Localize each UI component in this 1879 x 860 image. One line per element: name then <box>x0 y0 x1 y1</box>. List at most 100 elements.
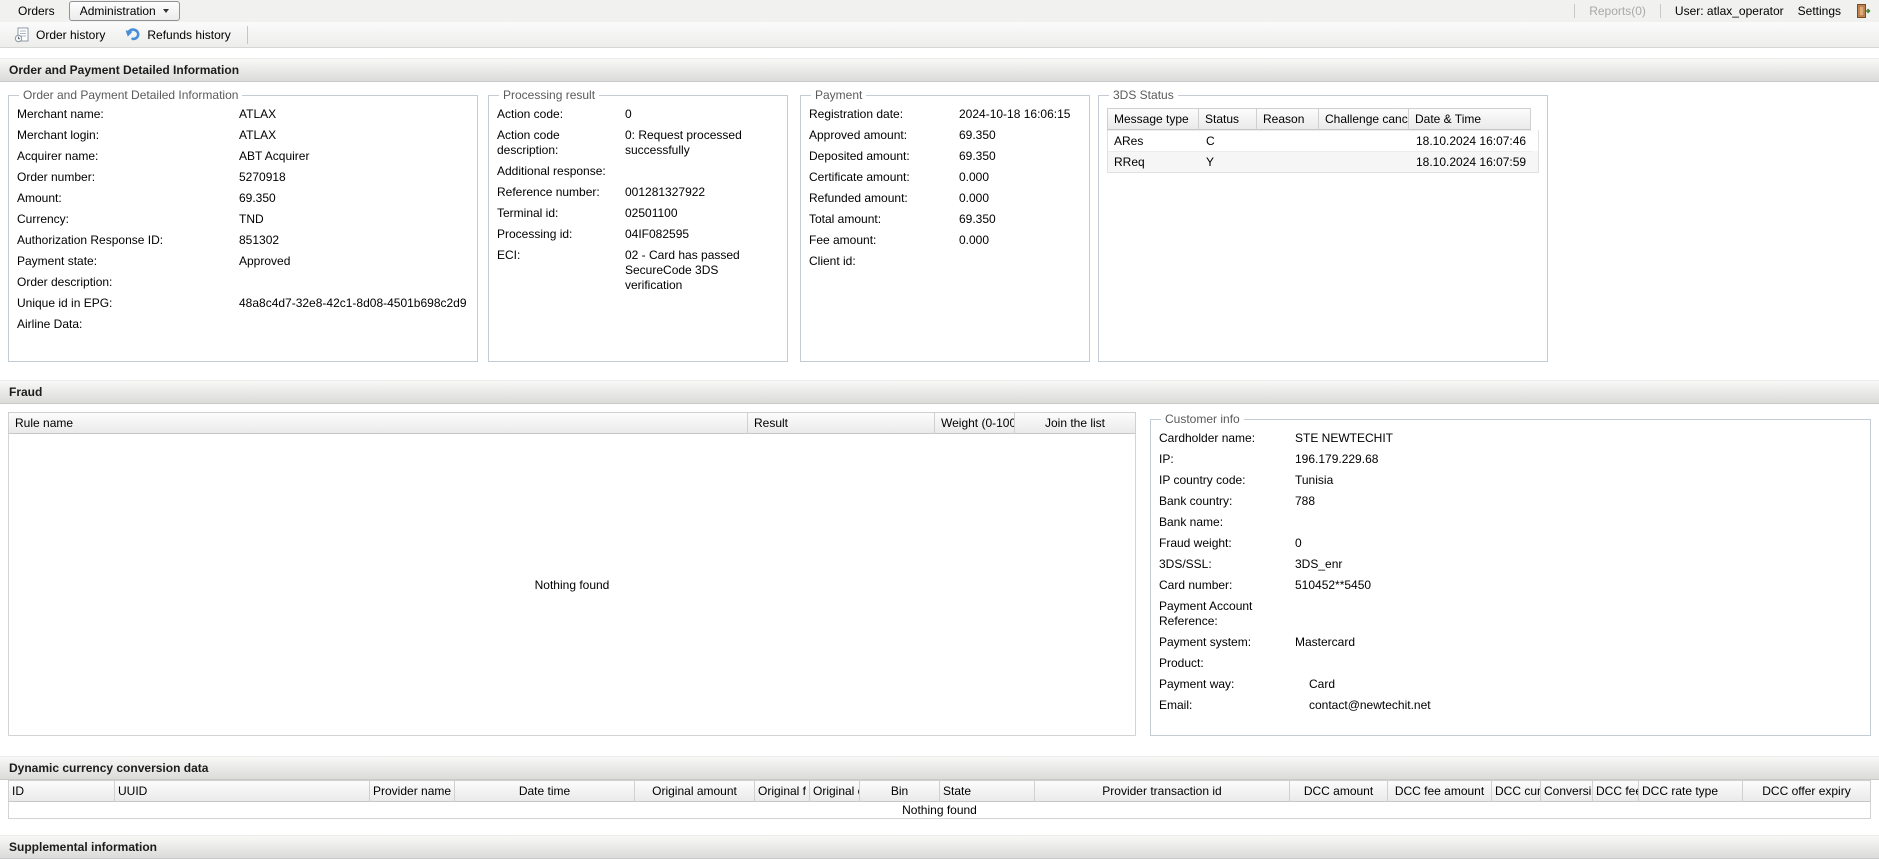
field-row: Refunded amount: 0.000 <box>809 188 1081 209</box>
column-header[interactable]: Message type <box>1107 108 1199 130</box>
field-row: Payment system: Mastercard <box>1159 632 1862 653</box>
field-value: ATLAX <box>239 128 277 142</box>
field-label: IP: <box>1159 452 1174 466</box>
table-row: ARes C 18.10.2024 16:07:46 <box>1107 130 1539 151</box>
column-header[interactable]: Original c <box>810 780 860 802</box>
field-value: contact@newtechit.net <box>1309 698 1431 712</box>
field-value: ATLAX <box>239 107 277 121</box>
column-header[interactable]: State <box>940 780 1035 802</box>
field-value: 0.000 <box>959 170 990 184</box>
field-label: Action code description: <box>497 128 560 157</box>
fraud-header-row: Rule name Result Weight (0-100) Join the… <box>8 412 1136 434</box>
column-header[interactable]: Date time <box>455 780 635 802</box>
column-header[interactable]: DCC amount <box>1290 780 1388 802</box>
dcc-table: ID UUID Provider name Date time Original… <box>8 780 1871 819</box>
menu-item-settings[interactable]: Settings <box>1798 4 1841 18</box>
field-row: IP: 196.179.229.68 <box>1159 449 1862 470</box>
field-row: Airline Data: <box>17 314 469 335</box>
field-row: Merchant name: ATLAX <box>17 104 469 125</box>
field-value: 510452**5450 <box>1295 578 1372 592</box>
field-value: Approved <box>239 254 291 268</box>
field-row: Fraud weight: 0 <box>1159 533 1862 554</box>
field-label: IP country code: <box>1159 473 1246 487</box>
field-row: Total amount: 69.350 <box>809 209 1081 230</box>
column-header[interactable]: Reason <box>1257 108 1319 130</box>
field-row: Additional response: <box>497 161 779 182</box>
field-label: Reference number: <box>497 185 600 199</box>
field-row: Cardholder name: STE NEWTECHIT <box>1159 428 1862 449</box>
order-history-button[interactable]: Order history <box>4 22 115 47</box>
field-label: Unique id in EPG: <box>17 296 113 310</box>
column-header[interactable]: Weight (0-100) <box>935 412 1015 434</box>
field-value: ABT Acquirer <box>239 149 310 163</box>
tds-status-table: Message type Status Reason Challenge can… <box>1107 108 1539 173</box>
field-row: Bank country: 788 <box>1159 491 1862 512</box>
column-header[interactable]: Rule name <box>8 412 748 434</box>
tds-status-fieldset: 3DS Status Message type Status Reason Ch… <box>1098 88 1548 362</box>
cell-status: C <box>1200 130 1258 151</box>
field-value: 5270918 <box>239 170 286 184</box>
column-header[interactable]: Bin <box>860 780 940 802</box>
field-value: 69.350 <box>959 128 996 142</box>
tab-orders[interactable]: Orders <box>8 2 65 20</box>
menu-item-reports[interactable]: Reports(0) <box>1589 4 1646 18</box>
column-header[interactable]: DCC curr <box>1492 780 1541 802</box>
column-header[interactable]: Provider transaction id <box>1035 780 1290 802</box>
customer-info-legend: Customer info <box>1165 412 1240 426</box>
field-label: Currency: <box>17 212 70 226</box>
column-header[interactable]: ID <box>8 780 115 802</box>
field-value <box>239 275 469 290</box>
divider <box>1574 4 1576 18</box>
field-value: Card <box>1309 677 1336 691</box>
field-row: 3DS/SSL: 3DS_enr <box>1159 554 1862 575</box>
column-header[interactable]: Provider name <box>370 780 455 802</box>
column-header[interactable]: Result <box>748 412 935 434</box>
field-value: TND <box>239 212 264 226</box>
field-value: 69.350 <box>959 149 996 163</box>
column-header[interactable]: DCC fee amount <box>1388 780 1492 802</box>
refunds-history-button[interactable]: Refunds history <box>115 22 240 47</box>
field-value: 851302 <box>239 233 280 247</box>
field-row: Action code description: 0: Request proce… <box>497 125 779 161</box>
column-header[interactable]: DCC fee <box>1593 780 1639 802</box>
column-header[interactable]: Status <box>1199 108 1257 130</box>
divider <box>1659 4 1661 18</box>
field-label: Product: <box>1159 656 1204 670</box>
field-value: 48a8c4d7-32e8-42c1-8d08-4501b698c2d9 <box>239 296 467 310</box>
column-header[interactable]: Conversi <box>1541 780 1593 802</box>
order-info-legend: Order and Payment Detailed Information <box>23 88 239 102</box>
field-label: Order number: <box>17 170 96 184</box>
customer-info-fieldset: Customer info Cardholder name: STE NEWTEC… <box>1150 412 1871 736</box>
column-header[interactable]: Challenge cancel <box>1319 108 1409 130</box>
field-label: Refunded amount: <box>809 191 908 205</box>
column-header[interactable]: DCC offer expiry <box>1743 780 1871 802</box>
logout-door-icon[interactable] <box>1855 3 1871 19</box>
column-header[interactable]: Original amount <box>635 780 755 802</box>
section-bar-supplemental: Supplemental information <box>0 835 1879 859</box>
field-label: Payment way: <box>1159 677 1235 691</box>
field-row: Registration date: 2024-10-18 16:06:15 <box>809 104 1081 125</box>
column-header[interactable]: UUID <box>115 780 370 802</box>
field-value: 0.000 <box>959 233 990 247</box>
column-header[interactable]: Date & Time <box>1409 108 1531 130</box>
field-label: Additional response: <box>497 164 606 178</box>
field-label: Client id: <box>809 254 856 268</box>
column-header[interactable]: Join the list <box>1015 412 1136 434</box>
field-label: Terminal id: <box>497 206 559 220</box>
cell-message-type: RReq <box>1108 151 1200 172</box>
user-label: User: atlax_operator <box>1674 4 1784 18</box>
field-value: 02 - Card has passed SecureCode 3DS veri… <box>625 248 740 292</box>
dcc-header-row: ID UUID Provider name Date time Original… <box>8 780 1871 802</box>
tab-administration[interactable]: Administration <box>68 1 180 21</box>
action-toolbar: Order history Refunds history <box>0 22 1879 48</box>
column-header[interactable]: DCC rate type <box>1639 780 1743 802</box>
column-header[interactable]: Original f <box>755 780 810 802</box>
field-label: Acquirer name: <box>17 149 99 163</box>
section-bar-dcc-title: Dynamic currency conversion data <box>9 761 209 775</box>
field-label: Deposited amount: <box>809 149 910 163</box>
field-row: Certificate amount: 0.000 <box>809 167 1081 188</box>
field-value: Mastercard <box>1295 635 1356 649</box>
